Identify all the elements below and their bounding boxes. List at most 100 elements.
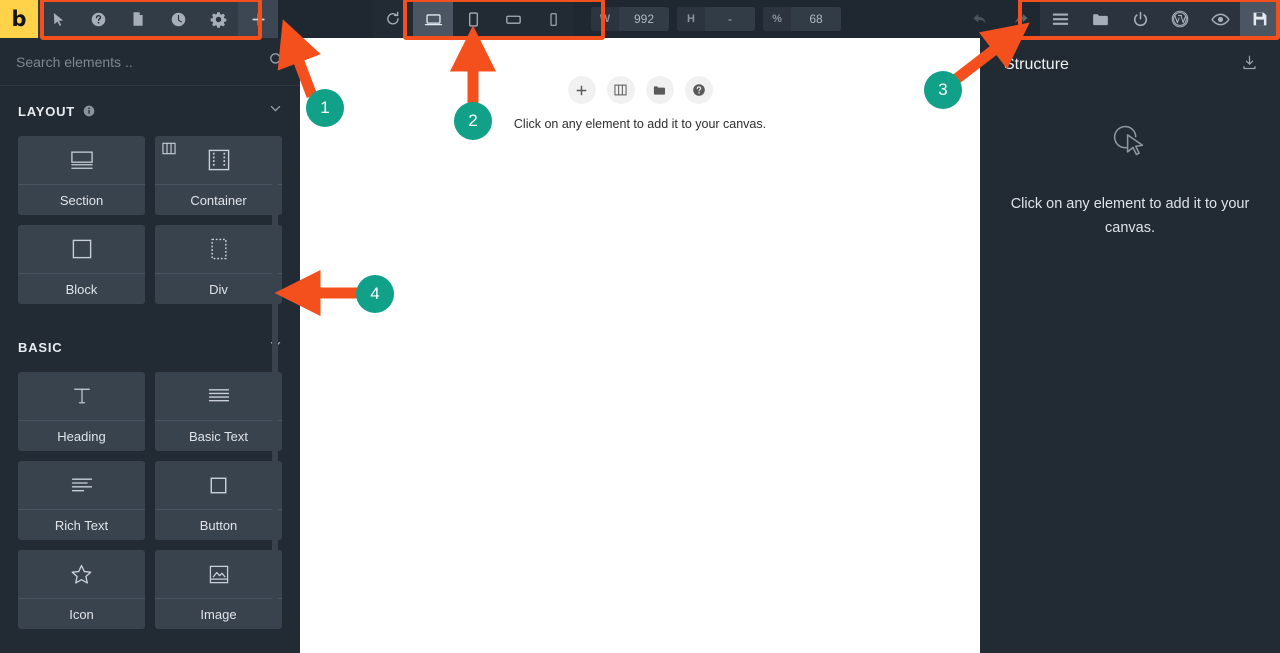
element-label-heading: Heading bbox=[57, 428, 106, 444]
div-icon bbox=[155, 225, 282, 274]
annotation-marker-3: 3 bbox=[924, 71, 962, 109]
add-element-toolbar-button[interactable] bbox=[238, 0, 278, 38]
element-label-icon: Icon bbox=[69, 606, 94, 622]
group-title-layout: LAYOUT bbox=[18, 103, 76, 119]
reload-icon[interactable] bbox=[373, 0, 413, 38]
canvas-hint-text: Click on any element to add it to your c… bbox=[513, 117, 767, 131]
redo-icon[interactable] bbox=[1000, 0, 1040, 38]
annotation-marker-4: 4 bbox=[356, 275, 394, 313]
preview-icon[interactable] bbox=[1200, 0, 1240, 38]
folder-icon[interactable] bbox=[1080, 0, 1120, 38]
element-label-image: Image bbox=[200, 606, 237, 622]
app-logo[interactable]: b bbox=[0, 0, 38, 38]
add-element-button[interactable] bbox=[567, 76, 596, 104]
info-icon[interactable] bbox=[83, 105, 95, 117]
click-cursor-icon bbox=[1106, 118, 1154, 171]
element-label-rich-text: Rich Text bbox=[54, 517, 109, 533]
left-toolbar-icons bbox=[38, 0, 238, 38]
element-label-container: Container bbox=[190, 192, 247, 208]
height-value[interactable]: - bbox=[705, 7, 755, 31]
history-icon[interactable] bbox=[158, 0, 198, 38]
group-gap bbox=[0, 304, 300, 322]
element-tile-icon[interactable]: Icon bbox=[18, 550, 145, 629]
group-title-basic: BASIC bbox=[18, 339, 63, 355]
toolbar-fill bbox=[841, 0, 960, 38]
undo-icon[interactable] bbox=[960, 0, 1000, 38]
button-icon bbox=[155, 461, 282, 510]
help-icon[interactable] bbox=[78, 0, 118, 38]
structure-empty-message: Click on any element to add it to your c… bbox=[1010, 196, 1250, 236]
dimension-fields: W 992 H - % 68 bbox=[591, 0, 841, 38]
element-tile-image[interactable]: Image bbox=[155, 550, 282, 629]
element-label-basic-text: Basic Text bbox=[188, 428, 248, 444]
width-field[interactable]: W 992 bbox=[591, 7, 669, 31]
add-columns-button[interactable] bbox=[606, 76, 635, 104]
elements-panel: LAYOUT bbox=[0, 38, 300, 653]
marker-label-4: 4 bbox=[370, 284, 380, 303]
search-input[interactable] bbox=[16, 53, 284, 70]
page-icon[interactable] bbox=[118, 0, 158, 38]
cursor-icon[interactable] bbox=[38, 0, 78, 38]
element-tile-div[interactable]: Div bbox=[155, 225, 282, 304]
zoom-value[interactable]: 68 bbox=[791, 7, 841, 31]
heading-icon bbox=[18, 372, 145, 421]
save-icon[interactable] bbox=[1240, 0, 1280, 38]
layout-tiles: Section Container Block Div bbox=[0, 136, 300, 304]
width-label: W bbox=[591, 7, 619, 31]
marker-label-2: 2 bbox=[468, 111, 478, 130]
block-icon bbox=[18, 225, 145, 274]
element-tile-rich-text[interactable]: Rich Text bbox=[18, 461, 145, 540]
zoom-field[interactable]: % 68 bbox=[763, 7, 841, 31]
structure-panel: Structure Click on any element to add it… bbox=[980, 38, 1280, 653]
element-tile-container[interactable]: Container bbox=[155, 136, 282, 215]
basic-text-icon bbox=[155, 372, 282, 421]
canvas-empty-state: Click on any element to add it to your c… bbox=[300, 38, 980, 131]
element-tile-block[interactable]: Block bbox=[18, 225, 145, 304]
rich-text-icon bbox=[18, 461, 145, 510]
annotation-marker-2: 2 bbox=[454, 102, 492, 140]
canvas-quick-actions bbox=[567, 76, 713, 104]
structure-header: Structure bbox=[980, 38, 1280, 92]
canvas-area[interactable]: Click on any element to add it to your c… bbox=[300, 38, 980, 653]
element-label-button: Button bbox=[199, 517, 238, 533]
element-tile-heading[interactable]: Heading bbox=[18, 372, 145, 451]
top-toolbar: b W 992 H - % 68 bbox=[0, 0, 1280, 38]
columns-icon bbox=[162, 142, 176, 160]
annotation-marker-1: 1 bbox=[306, 89, 344, 127]
section-icon bbox=[18, 136, 145, 185]
chevron-down-icon-layout[interactable] bbox=[269, 102, 282, 120]
power-icon[interactable] bbox=[1120, 0, 1160, 38]
mobile-icon[interactable] bbox=[533, 0, 573, 38]
structure-title: Structure bbox=[1004, 56, 1069, 73]
element-label-div: Div bbox=[209, 281, 228, 297]
tablet-landscape-icon[interactable] bbox=[493, 0, 533, 38]
height-label: H bbox=[677, 7, 705, 31]
search-row bbox=[0, 38, 300, 86]
group-header-basic[interactable]: BASIC bbox=[0, 322, 300, 372]
element-tile-button[interactable]: Button bbox=[155, 461, 282, 540]
element-label-block: Block bbox=[65, 281, 98, 297]
search-icon[interactable] bbox=[269, 52, 284, 72]
menu-icon[interactable] bbox=[1040, 0, 1080, 38]
wordpress-icon[interactable] bbox=[1160, 0, 1200, 38]
tablet-portrait-icon[interactable] bbox=[453, 0, 493, 38]
element-tile-section[interactable]: Section bbox=[18, 136, 145, 215]
element-tile-basic-text[interactable]: Basic Text bbox=[155, 372, 282, 451]
element-label-section: Section bbox=[59, 192, 104, 208]
download-icon[interactable] bbox=[1241, 54, 1258, 76]
settings-icon[interactable] bbox=[198, 0, 238, 38]
basic-tiles: Heading Basic Text Rich Text Button Icon… bbox=[0, 372, 300, 629]
height-field[interactable]: H - bbox=[677, 7, 755, 31]
marker-label-1: 1 bbox=[320, 98, 330, 117]
desktop-icon[interactable] bbox=[413, 0, 453, 38]
templates-button[interactable] bbox=[645, 76, 674, 104]
group-header-layout[interactable]: LAYOUT bbox=[0, 86, 300, 136]
elements-panel-scrollbar[interactable] bbox=[272, 166, 278, 626]
bricks-builder-window: b W 992 H - % 68 Search elements .. LAYO… bbox=[0, 0, 1280, 653]
toolbar-gap-a bbox=[573, 0, 591, 38]
logo-letter: b bbox=[11, 6, 27, 31]
help-button[interactable] bbox=[684, 76, 713, 104]
width-value[interactable]: 992 bbox=[619, 7, 669, 31]
toolbar-spacer-left bbox=[278, 0, 373, 38]
viewport-toolbar bbox=[373, 0, 573, 38]
